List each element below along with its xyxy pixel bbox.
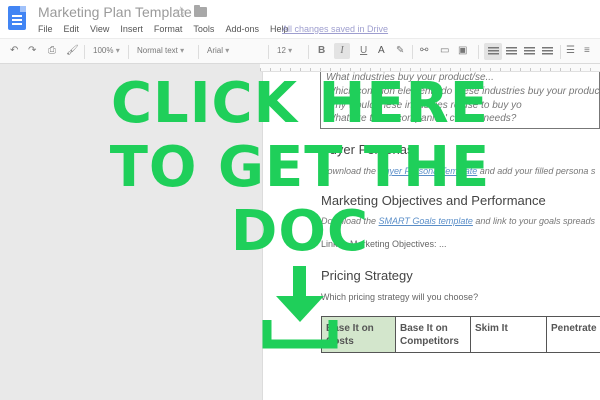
zoom-select[interactable]: 100% [93,45,120,57]
font-select[interactable]: Arial [207,45,229,57]
docs-logo-icon[interactable] [8,6,26,30]
download-icon[interactable] [262,266,338,352]
document-title[interactable]: Marketing Plan Template [38,4,192,20]
save-status-link[interactable]: All changes saved in Drive [282,24,388,34]
highlight-icon[interactable]: ✎ [396,43,404,59]
pricing-option-cell[interactable]: Skim It [471,317,547,352]
print-icon[interactable]: ⎙ [48,43,56,59]
pricing-table: Base It on Costs Base It on Competitors … [321,316,600,353]
align-center-icon[interactable] [506,47,517,56]
font-size-select[interactable]: 12 [277,45,292,57]
menu-tools[interactable]: Tools [193,24,214,34]
cta-line[interactable]: TO GET THE [0,136,600,200]
comment-icon[interactable]: ▭ [440,43,449,59]
style-select[interactable]: Normal text [137,45,184,57]
align-left-icon[interactable] [488,47,499,56]
paint-format-icon[interactable]: 🖌 [66,43,79,59]
undo-icon[interactable]: ↶ [10,43,18,59]
image-icon[interactable]: ▣ [458,43,467,59]
toolbar: ↶ ↷ ⎙ 🖌 100% Normal text Arial 12 B I U … [0,38,600,64]
cta-line[interactable]: CLICK HERE [0,72,600,136]
app-header: Marketing Plan Template ☆ File Edit View… [0,0,600,38]
menu-format[interactable]: Format [154,24,183,34]
bold-button[interactable]: B [318,43,325,59]
cta-overlay[interactable]: CLICK HERE TO GET THE DOC [0,72,600,264]
star-icon[interactable]: ☆ [174,3,187,21]
align-right-icon[interactable] [524,47,535,56]
underline-button[interactable]: U [360,43,367,59]
pricing-option-cell[interactable]: Base It on Competitors [396,317,471,352]
link-icon[interactable]: ⚯ [420,43,428,59]
folder-icon[interactable] [194,5,207,17]
menu-bar: File Edit View Insert Format Tools Add-o… [38,24,288,34]
text-color-icon[interactable]: A [378,43,385,59]
menu-insert[interactable]: Insert [120,24,143,34]
pricing-option-cell[interactable]: Penetrate [547,317,600,352]
pricing-question: Which pricing strategy will you choose? [321,292,479,302]
menu-file[interactable]: File [38,24,53,34]
line-spacing-icon[interactable]: ☰ [566,43,575,59]
italic-button[interactable]: I [334,43,350,59]
redo-icon[interactable]: ↷ [28,43,36,59]
menu-add-ons[interactable]: Add-ons [225,24,259,34]
align-justify-icon[interactable] [542,47,553,56]
cta-line[interactable]: DOC [0,200,600,264]
numbered-list-icon[interactable]: ≡ [584,43,590,59]
menu-edit[interactable]: Edit [64,24,80,34]
menu-view[interactable]: View [90,24,109,34]
